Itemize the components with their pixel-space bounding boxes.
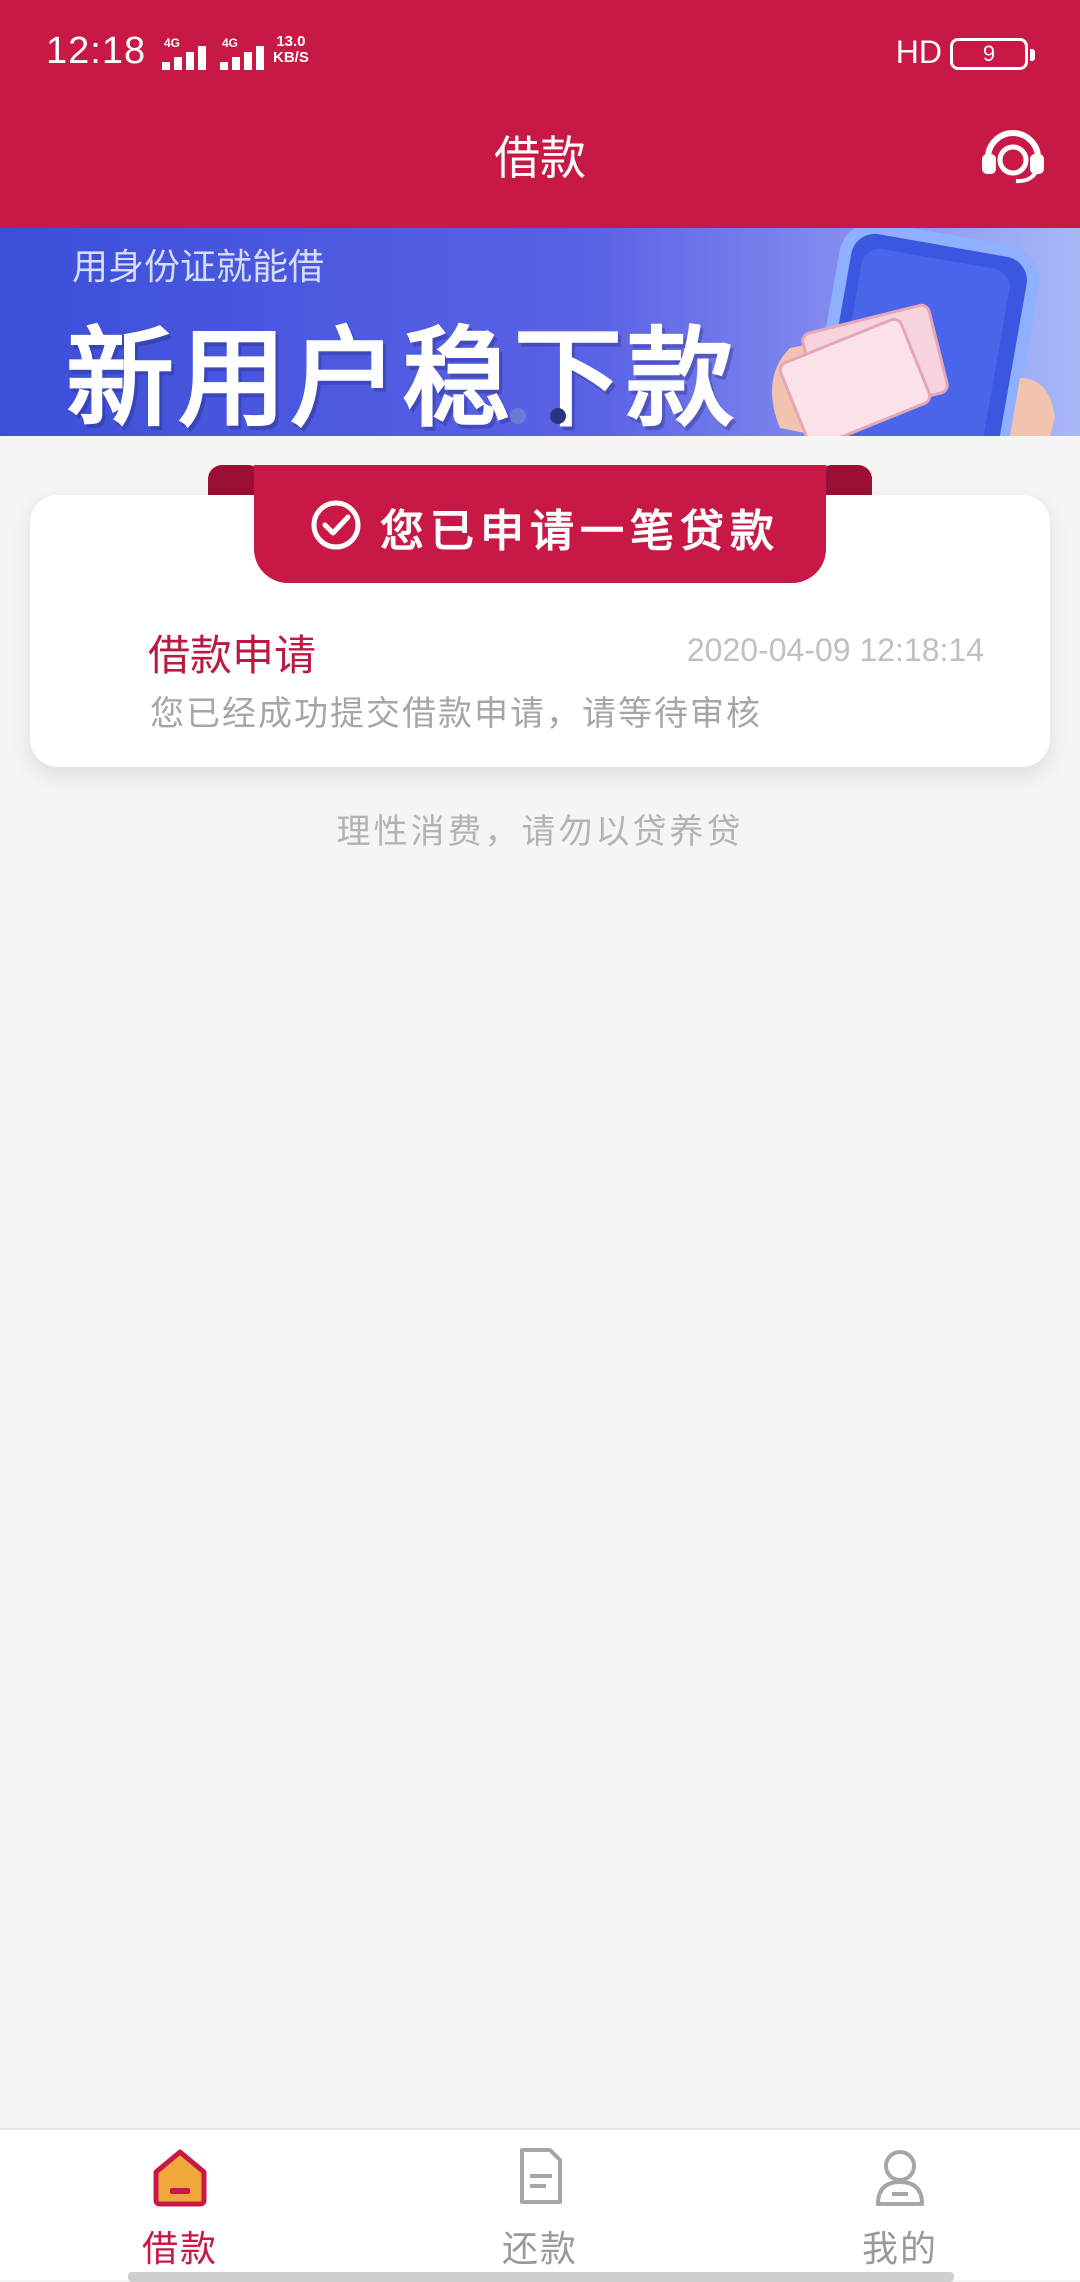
nav-label-repay: 还款 — [501, 2229, 578, 2270]
status-ribbon: 您已申请一笔贷款 — [254, 465, 826, 583]
carousel-dot[interactable] — [510, 408, 526, 424]
document-icon — [520, 2148, 562, 2204]
nav-item-borrow[interactable]: 借款 — [0, 2130, 360, 2282]
ribbon-text: 您已申请一笔贷款 — [380, 506, 780, 557]
carousel-indicator — [508, 406, 568, 426]
application-description: 您已经成功提交借款申请，请等待审核 — [150, 694, 762, 734]
check-circle-icon — [311, 500, 361, 550]
network-speed-unit: KB/S — [273, 49, 309, 66]
nav-item-repay[interactable]: 还款 — [360, 2130, 720, 2282]
home-icon — [153, 2149, 207, 2207]
battery-icon: 9 — [950, 38, 1035, 70]
banner-headline: 新用户稳下款 — [66, 317, 739, 436]
network-speed: 13.0 KB/S — [273, 34, 309, 66]
nav-label-borrow: 借款 — [141, 2229, 218, 2270]
banner-subtitle: 用身份证就能借 — [72, 246, 325, 287]
page-title: 借款 — [494, 131, 586, 185]
hd-label: HD — [895, 34, 942, 70]
application-timestamp: 2020-04-09 12:18:14 — [686, 632, 984, 668]
promo-banner[interactable]: 用身份证就能借 新用户稳下款 — [0, 228, 1080, 436]
headset-icon[interactable] — [978, 124, 1048, 184]
network-speed-value: 13.0 — [276, 33, 306, 50]
responsible-borrowing-hint: 理性消费，请勿以贷养贷 — [336, 812, 744, 852]
nav-item-mine[interactable]: 我的 — [720, 2130, 1080, 2282]
bottom-navigation: 借款 还款 我的 — [0, 2128, 1080, 2282]
status-right: HD 9 — [834, 34, 1035, 74]
gesture-bar — [128, 2272, 954, 2282]
battery-level: 9 — [982, 41, 996, 66]
application-title: 借款申请 — [148, 631, 317, 680]
phone-money-illustration — [772, 228, 1055, 436]
status-bar: 12:18 4G 4G 13.0 KB/S HD 9 — [0, 0, 1080, 110]
carousel-dot-active[interactable] — [550, 408, 566, 424]
status-time: 12:18 — [46, 30, 147, 72]
user-icon — [876, 2150, 924, 2206]
nav-label-mine: 我的 — [861, 2229, 938, 2270]
top-bar: 12:18 4G 4G 13.0 KB/S HD 9 借款 — [0, 0, 1080, 228]
